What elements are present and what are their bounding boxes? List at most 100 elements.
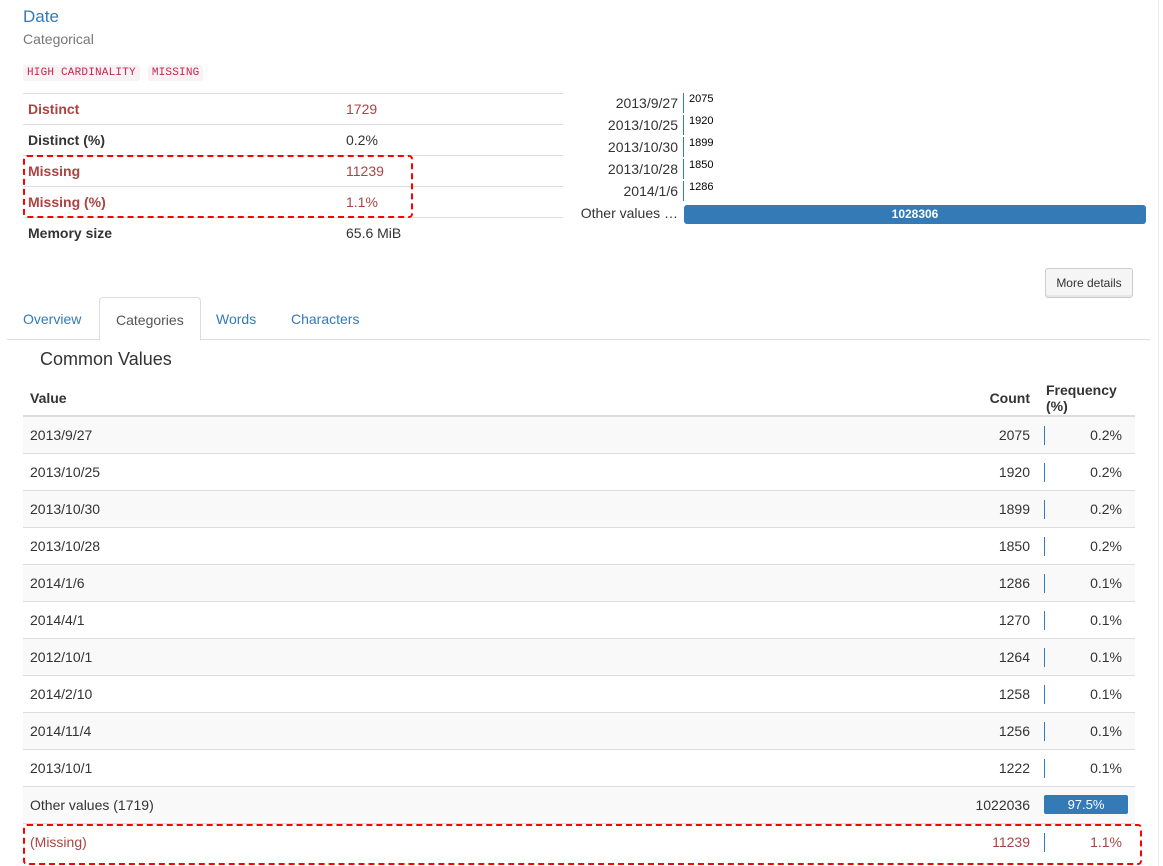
table-row: 2014/4/1 1270 0.1% [23,601,1135,639]
frequency-bar [1044,759,1045,778]
mini-chart-bar [683,137,684,157]
cell-value: 2014/11/4 [23,712,903,750]
mini-chart-value: 1286 [689,181,714,193]
mini-chart-value: 1920 [689,115,714,127]
stat-row-distinct: Distinct 1729 [23,93,563,125]
mini-chart-row: 2013/10/25 1920 [575,115,1150,135]
cell-count: 1256 [903,712,1039,750]
cell-count: 1286 [903,564,1039,602]
cell-frequency: 97.5% [1039,786,1135,824]
header-count: Count [903,380,1039,417]
stat-value: 1729 [341,93,563,125]
cell-value: 2014/4/1 [23,601,903,639]
frequency-label: 0.1% [1090,686,1122,702]
mini-chart-value: 1899 [689,137,714,149]
tab-bar: Overview Categories Words Characters [7,297,1150,341]
cell-value: Other values (1719) [23,786,903,824]
stat-value: 0.2% [341,124,563,156]
variable-name[interactable]: Date [23,7,59,27]
mini-chart-bar [683,93,684,113]
cell-frequency: 0.1% [1039,601,1135,639]
stat-label: Distinct (%) [23,124,341,156]
frequency-label: 0.1% [1090,575,1122,591]
cell-frequency: 0.2% [1039,490,1135,528]
stat-row-memory: Memory size 65.6 MiB [23,217,563,248]
table-row: 2013/10/30 1899 0.2% [23,490,1135,528]
frequency-bar [1044,833,1045,852]
mini-chart-label: 2013/10/25 [607,117,678,133]
cell-value: 2013/10/30 [23,490,903,528]
table-row: 2013/10/1 1222 0.1% [23,749,1135,787]
frequency-label: 0.1% [1090,760,1122,776]
cell-count: 1920 [903,453,1039,491]
cell-count: 1270 [903,601,1039,639]
stat-value: 1.1% [341,186,563,218]
frequency-bar [1044,537,1045,556]
badge-high-cardinality: HIGH CARDINALITY [23,65,140,81]
cell-frequency: 0.2% [1039,527,1135,565]
cell-frequency: 0.1% [1039,675,1135,713]
stat-label: Distinct [23,93,341,125]
mini-chart-label: 2014/1/6 [623,183,679,199]
mini-chart-row: 2013/10/30 1899 [575,137,1150,157]
cell-frequency: 0.1% [1039,749,1135,787]
table-row: 2013/9/27 2075 0.2% [23,415,1135,454]
frequency-label: 0.2% [1090,538,1122,554]
cell-value: 2013/9/27 [23,415,903,454]
stat-row-missing: Missing 11239 [23,155,563,187]
badge-missing: MISSING [147,65,204,81]
header-value: Value [23,380,903,417]
tab-overview[interactable]: Overview [7,297,97,339]
stats-table: Distinct 1729 Distinct (%) 0.2% Missing … [23,93,563,248]
frequency-label: 0.1% [1090,649,1122,665]
frequency-bar [1044,611,1045,630]
mini-chart-bar-other: 1028306 [684,205,1146,224]
cell-count: 1022036 [903,786,1039,824]
common-values-table: Value Count Frequency (%) 2013/9/27 2075… [23,380,1135,860]
table-row: 2014/2/10 1258 0.1% [23,675,1135,713]
mini-chart-label: 2013/10/30 [607,139,678,155]
stat-label: Missing (%) [23,186,341,218]
cell-frequency: 0.1% [1039,712,1135,750]
cell-count: 1899 [903,490,1039,528]
stat-label: Missing [23,155,341,187]
stat-row-distinct-pct: Distinct (%) 0.2% [23,124,563,156]
frequency-label: 0.2% [1090,464,1122,480]
warning-badges: HIGH CARDINALITY MISSING [23,65,204,81]
variable-type: Categorical [23,31,94,47]
cell-frequency: 0.2% [1039,453,1135,491]
cell-count: 1222 [903,749,1039,787]
frequency-label: 0.2% [1090,501,1122,517]
mini-chart-bar [683,115,684,135]
more-details-button[interactable]: More details [1045,268,1133,298]
cell-value: 2014/1/6 [23,564,903,602]
frequency-label: 0.1% [1090,612,1122,628]
table-row-missing: (Missing) 11239 1.1% [23,823,1135,860]
stat-row-missing-pct: Missing (%) 1.1% [23,186,563,218]
mini-chart-label: Other values … [580,205,678,221]
mini-chart-label: 2013/9/27 [615,95,678,111]
cell-count: 1850 [903,527,1039,565]
frequency-bar [1044,722,1045,741]
frequency-bar [1044,426,1045,445]
tab-words[interactable]: Words [200,297,272,339]
table-row: 2014/11/4 1256 0.1% [23,712,1135,750]
frequency-label: 0.1% [1090,723,1122,739]
mini-chart-value: 1850 [689,159,714,171]
frequency-bar [1044,574,1045,593]
frequency-bar [1044,500,1045,519]
cell-value: 2013/10/25 [23,453,903,491]
tab-categories[interactable]: Categories [99,297,201,341]
mini-chart-row: 2013/9/27 2075 [575,93,1150,113]
cell-value: 2012/10/1 [23,638,903,676]
frequency-label: 1.1% [1090,834,1122,850]
table-row: 2013/10/25 1920 0.2% [23,453,1135,491]
table-row: 2012/10/1 1264 0.1% [23,638,1135,676]
stat-value: 65.6 MiB [341,217,563,248]
table-row: 2013/10/28 1850 0.2% [23,527,1135,565]
cell-value: (Missing) [23,823,903,860]
frequency-bar [1044,648,1045,667]
mini-chart-bar [683,181,684,201]
tab-characters[interactable]: Characters [275,297,375,339]
frequency-bar [1044,685,1045,704]
